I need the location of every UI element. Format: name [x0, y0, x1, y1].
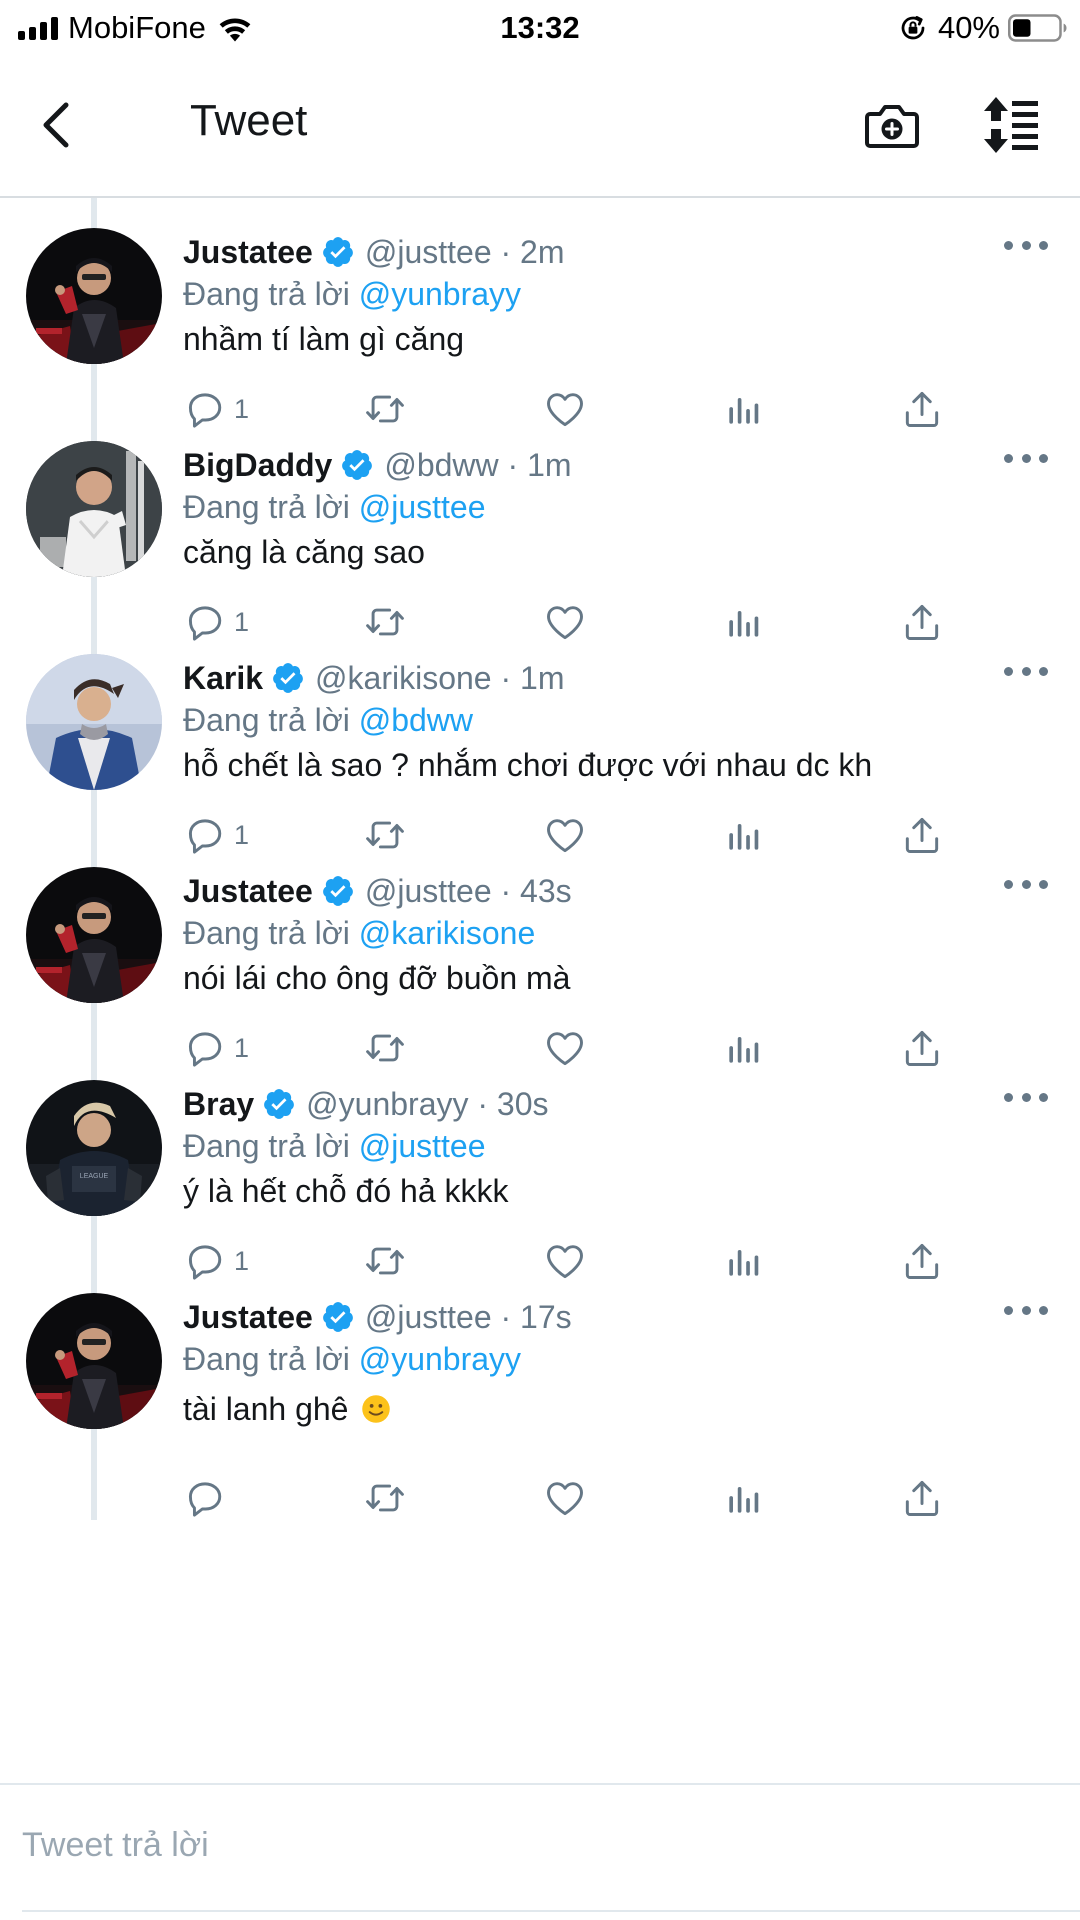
tweet-author: Karik @karikisone · 1m: [183, 656, 564, 700]
orientation-lock-icon: [901, 16, 925, 40]
verified-badge-icon: [340, 448, 374, 482]
replying-to: Đang trả lời @justtee: [183, 489, 486, 525]
display-name[interactable]: Justatee: [183, 1299, 313, 1336]
reply-to-mention[interactable]: @karikisone: [359, 915, 536, 951]
reply-to-mention[interactable]: @justtee: [359, 489, 486, 525]
replying-to: Đang trả lời @bdww: [183, 702, 474, 738]
battery-icon: [1008, 14, 1067, 42]
more-options-icon[interactable]: [1004, 451, 1048, 465]
verified-badge-icon: [262, 1087, 296, 1121]
more-options-icon[interactable]: [1004, 877, 1048, 891]
reply-input[interactable]: [22, 1815, 1022, 1875]
tweet-author: Justatee @justtee · 43s: [183, 869, 572, 913]
handle-and-time: @justtee · 43s: [364, 872, 572, 909]
avatar[interactable]: [26, 441, 162, 577]
avatar[interactable]: [26, 867, 162, 1003]
avatar[interactable]: [26, 228, 162, 364]
more-options-icon[interactable]: [1004, 1303, 1048, 1317]
reply-button[interactable]: [184, 1473, 234, 1523]
avatar[interactable]: [26, 1293, 162, 1429]
display-name[interactable]: Justatee: [183, 873, 313, 910]
handle-and-time: @bdww · 1m: [384, 446, 572, 483]
tweet-text: ý là hết chỗ đó hả kkkk: [183, 1173, 509, 1209]
bar-chart-icon: [722, 1476, 766, 1520]
verified-badge-icon: [321, 1300, 355, 1334]
avatar[interactable]: [26, 1080, 162, 1216]
replying-to: Đang trả lời @justtee: [183, 1128, 486, 1164]
replying-to: Đang trả lời @karikisone: [183, 915, 536, 951]
verified-badge-icon: [321, 874, 355, 908]
heart-icon: [543, 1476, 587, 1520]
more-options-icon[interactable]: [1004, 664, 1048, 678]
handle-and-time: @justtee · 17s: [364, 1298, 572, 1335]
verified-badge-icon: [271, 661, 305, 695]
tweet-author: Bray @yunbrayy · 30s: [183, 1082, 549, 1126]
tweet-actions: [0, 1463, 1080, 1533]
handle-and-time: @karikisone · 1m: [315, 659, 565, 696]
tweet-author: BigDaddy @bdww · 1m: [183, 443, 572, 487]
display-name[interactable]: Bray: [183, 1086, 254, 1123]
more-options-icon[interactable]: [1004, 238, 1048, 252]
compose-divider: [22, 1910, 1080, 1912]
reply-to-mention[interactable]: @yunbrayy: [359, 276, 521, 312]
display-name[interactable]: BigDaddy: [183, 447, 332, 484]
tweet-thread-screen: MobiFone 13:32 40% Tweet Justatee @justt…: [0, 0, 1080, 1920]
camera-plus-icon[interactable]: [862, 95, 922, 155]
replying-to: Đang trả lời @yunbrayy: [183, 1341, 522, 1377]
status-bar: MobiFone 13:32 40%: [0, 0, 1080, 56]
analytics-button[interactable]: [722, 1473, 766, 1523]
sort-icon[interactable]: [982, 95, 1052, 155]
status-right: 40%: [898, 10, 1068, 46]
tweet-author: Justatee @justtee · 17s: [183, 1295, 572, 1339]
tweet-text: tài lanh ghê: [183, 1391, 391, 1428]
handle-and-time: @justtee · 2m: [364, 233, 565, 270]
more-options-icon[interactable]: [1004, 1090, 1048, 1104]
verified-badge-icon: [321, 235, 355, 269]
share-button[interactable]: [900, 1473, 944, 1523]
slightly-smiling-face-icon: [362, 1395, 391, 1423]
replying-to: Đang trả lời @yunbrayy: [183, 276, 522, 312]
like-button[interactable]: [543, 1473, 587, 1523]
display-name[interactable]: Justatee: [183, 234, 313, 271]
navigation-header: Tweet: [0, 60, 1080, 198]
share-icon: [900, 1476, 944, 1520]
tweet-author: Justatee @justtee · 2m: [183, 230, 565, 274]
retweet-button[interactable]: [363, 1473, 407, 1523]
tweet-text: nhầm tí làm gì căng: [183, 321, 465, 357]
reply-to-mention[interactable]: @bdww: [359, 702, 473, 738]
handle-and-time: @yunbrayy · 30s: [306, 1085, 549, 1122]
reply-to-mention[interactable]: @yunbrayy: [359, 1341, 521, 1377]
retweet-icon: [363, 1476, 407, 1520]
avatar[interactable]: [26, 654, 162, 790]
battery-percent: 40%: [937, 10, 1000, 45]
reply-icon: [184, 1476, 228, 1520]
tweet-text: hỗ chết là sao ? nhắm chơi được với nhau…: [183, 747, 873, 783]
page-title: Tweet: [190, 96, 308, 145]
reply-to-mention[interactable]: @justtee: [359, 1128, 486, 1164]
display-name[interactable]: Karik: [183, 660, 263, 697]
tweet-text: nói lái cho ông đỡ buồn mà: [183, 960, 571, 996]
reply-compose-bar: [0, 1783, 1080, 1920]
tweet-text: căng là căng sao: [183, 534, 425, 570]
back-chevron-icon[interactable]: [32, 95, 82, 155]
tweet-reply[interactable]: Justatee @justtee · 17s Đang trả lời @yu…: [0, 1263, 1080, 1563]
